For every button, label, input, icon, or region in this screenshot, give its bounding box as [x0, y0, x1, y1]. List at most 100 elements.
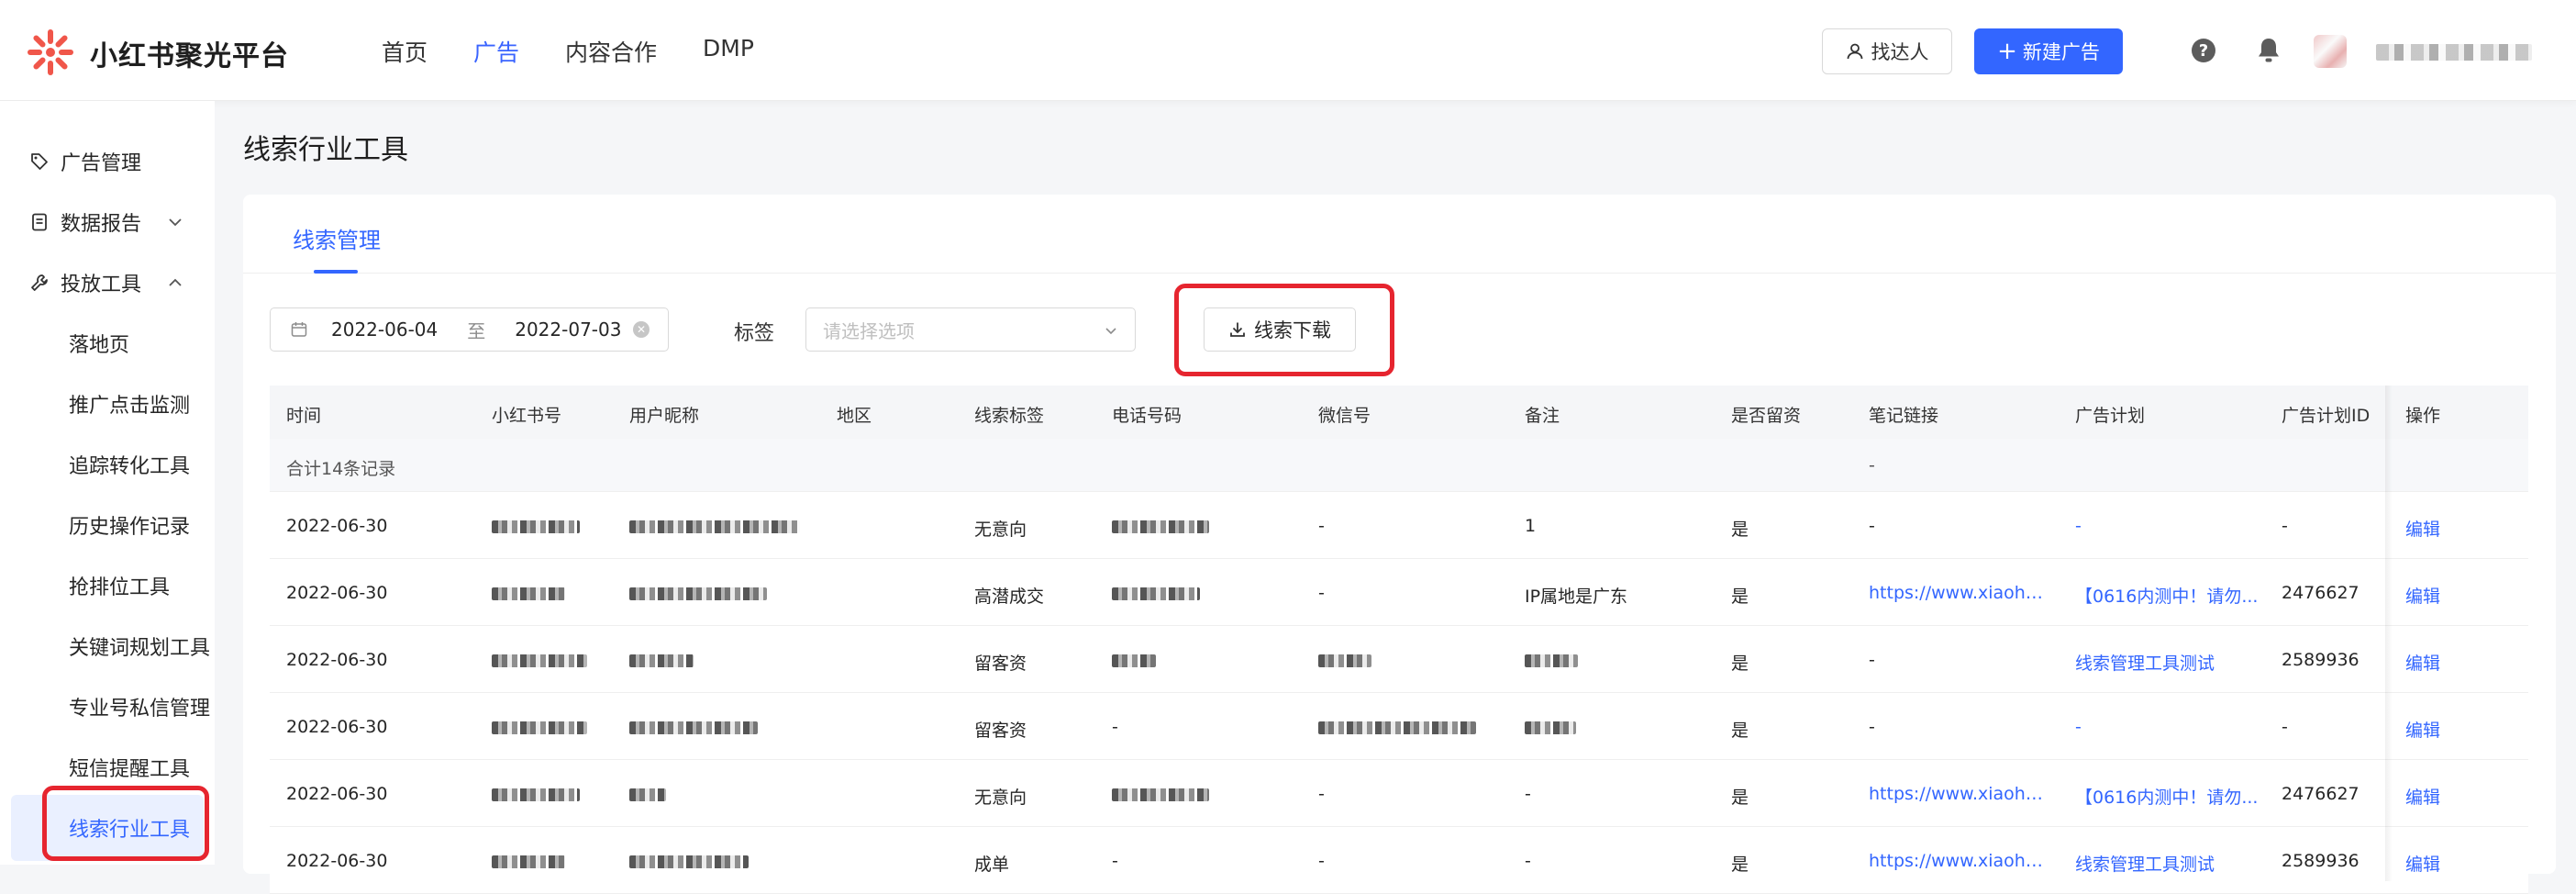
sidebar-item-conversion-tracking[interactable]: 追踪转化工具 — [69, 450, 190, 479]
th-wechat: 微信号 — [1318, 406, 1371, 426]
new-ad-label: 新建广告 — [2022, 41, 2100, 63]
find-influencer-button[interactable]: 找达人 — [1822, 28, 1952, 74]
edit-link[interactable]: 编辑 — [2405, 516, 2440, 541]
tab-lead-management[interactable]: 线索管理 — [293, 222, 381, 254]
help-icon[interactable]: ? — [2192, 39, 2215, 62]
cell-time: 2022-06-30 — [286, 516, 388, 536]
top-nav: 首页 广告 内容合作 DMP — [382, 35, 754, 68]
tag-select[interactable]: 请选择选项 — [805, 307, 1136, 352]
tab-underline — [314, 270, 358, 274]
cell-time: 2022-06-30 — [286, 717, 388, 737]
cell-ad-plan[interactable]: - — [2075, 516, 2082, 536]
topnav-dmp[interactable]: DMP — [703, 35, 754, 68]
report-icon — [32, 213, 47, 231]
cell-wechat: - — [1318, 784, 1325, 804]
summary-count: 合计14条记录 — [286, 459, 396, 479]
cell-ad-plan[interactable]: - — [2075, 717, 2082, 737]
th-operation: 操作 — [2405, 406, 2441, 426]
cell-remark-redacted — [1525, 650, 1578, 670]
sidebar-group-data-report[interactable]: 数据报告 — [29, 207, 185, 237]
cell-ad-plan[interactable]: 【0616内测中！请勿... — [2075, 784, 2258, 809]
sidebar-group-delivery-tools[interactable]: 投放工具 — [29, 268, 185, 297]
edit-link[interactable]: 编辑 — [2405, 851, 2440, 876]
sidebar-item-landing-page[interactable]: 落地页 — [69, 329, 129, 358]
clear-icon[interactable]: ✕ — [633, 321, 650, 338]
avatar[interactable] — [2314, 35, 2347, 68]
cell-phone-redacted — [1112, 784, 1209, 804]
cell-phone: - — [1112, 717, 1118, 737]
cell-xhs-id-redacted — [492, 650, 587, 670]
cell-ad-plan[interactable]: 【0616内测中！请勿... — [2075, 583, 2258, 608]
sidebar-group-label: 广告管理 — [61, 152, 142, 175]
cell-note-link: - — [1869, 717, 1875, 737]
cell-phone-redacted — [1112, 583, 1200, 603]
th-ad-plan: 广告计划 — [2075, 406, 2146, 426]
cell-remark: - — [1525, 851, 1531, 871]
cell-note-link[interactable]: https://www.xiaohong... — [1869, 583, 2052, 603]
cell-lead-tag: 留客资 — [974, 654, 1027, 674]
edit-link[interactable]: 编辑 — [2405, 583, 2440, 608]
th-time: 时间 — [286, 406, 322, 426]
cell-time: 2022-06-30 — [286, 650, 388, 670]
edit-link[interactable]: 编辑 — [2405, 717, 2440, 742]
sidebar-item-keyword-planner[interactable]: 关键词规划工具 — [69, 631, 210, 661]
cell-phone: - — [1112, 851, 1118, 871]
table-row: 2022-06-30 留客资 是 - 线索管理工具测试 2589936 编辑 — [270, 626, 2528, 693]
summary-note-link: - — [1869, 455, 1875, 475]
tab-bar: 线索管理 — [243, 195, 2556, 274]
cell-lead-tag: 留客资 — [974, 721, 1027, 741]
calendar-icon — [291, 322, 307, 337]
cell-time: 2022-06-30 — [286, 784, 388, 804]
bell-icon[interactable] — [2256, 37, 2282, 64]
cell-note-link[interactable]: https://www.xiaohong... — [1869, 784, 2052, 804]
topnav-home[interactable]: 首页 — [382, 35, 427, 68]
sidebar-group-label: 投放工具 — [61, 274, 142, 296]
cell-xhs-id-redacted — [492, 784, 580, 804]
sidebar-item-click-monitoring[interactable]: 推广点击监测 — [69, 389, 190, 419]
cell-nickname-redacted — [629, 784, 666, 804]
username-redacted[interactable] — [2376, 44, 2532, 61]
topnav-ads[interactable]: 广告 — [473, 35, 519, 68]
cell-retained: 是 — [1731, 721, 1749, 741]
table-summary-row: 合计14条记录 - — [270, 439, 2528, 492]
th-lead-tag: 线索标签 — [974, 406, 1045, 426]
cell-nickname-redacted — [629, 717, 758, 737]
new-ad-button[interactable]: + 新建广告 — [1974, 28, 2123, 74]
cell-xhs-id-redacted — [492, 851, 565, 871]
cell-nickname-redacted — [629, 583, 767, 603]
cell-note-link[interactable]: https://www.xiaohong... — [1869, 851, 2052, 871]
cell-lead-tag: 无意向 — [974, 520, 1027, 540]
cell-ad-plan-id: 2476627 — [2282, 784, 2359, 804]
edit-link[interactable]: 编辑 — [2405, 650, 2440, 675]
wrench-icon — [31, 274, 48, 291]
topnav-content[interactable]: 内容合作 — [565, 35, 657, 68]
cell-ad-plan-id: 2589936 — [2282, 851, 2359, 871]
table-row: 2022-06-30 无意向 - - 是 https://www.xiaohon… — [270, 760, 2528, 827]
cell-remark-redacted — [1525, 717, 1576, 737]
highlight-box-sidebar — [42, 786, 209, 861]
cell-retained: 是 — [1731, 520, 1749, 540]
cell-ad-plan[interactable]: 线索管理工具测试 — [2075, 650, 2215, 675]
sidebar-item-history-log[interactable]: 历史操作记录 — [69, 510, 190, 540]
cell-ad-plan[interactable]: 线索管理工具测试 — [2075, 851, 2215, 876]
sidebar-item-sms-reminder[interactable]: 短信提醒工具 — [69, 753, 190, 782]
cell-remark: IP属地是广东 — [1525, 587, 1628, 607]
cell-nickname-redacted — [629, 650, 694, 670]
cell-phone-redacted — [1112, 516, 1209, 536]
th-nickname: 用户昵称 — [629, 406, 700, 426]
start-date[interactable]: 2022-06-04 — [331, 318, 438, 341]
date-range-picker[interactable]: 2022-06-04 至 2022-07-03 ✕ — [270, 307, 669, 352]
chevron-up-icon — [169, 278, 182, 286]
cell-wechat: - — [1318, 516, 1325, 536]
end-date[interactable]: 2022-07-03 — [515, 318, 621, 341]
cell-retained: 是 — [1731, 587, 1749, 607]
sidebar-item-private-message[interactable]: 专业号私信管理 — [69, 692, 210, 721]
th-phone: 电话号码 — [1112, 406, 1183, 426]
top-navbar: 小红书聚光平台 首页 广告 内容合作 DMP 找达人 + 新建广告 ? — [0, 0, 2576, 101]
sidebar-group-ad-management[interactable]: 广告管理 — [29, 147, 141, 176]
edit-link[interactable]: 编辑 — [2405, 784, 2440, 809]
highlight-box-download — [1174, 284, 1394, 376]
sidebar-item-rank-tool[interactable]: 抢排位工具 — [69, 571, 170, 600]
plus-icon: + — [1997, 38, 2017, 65]
cell-ad-plan-id: - — [2282, 717, 2288, 737]
